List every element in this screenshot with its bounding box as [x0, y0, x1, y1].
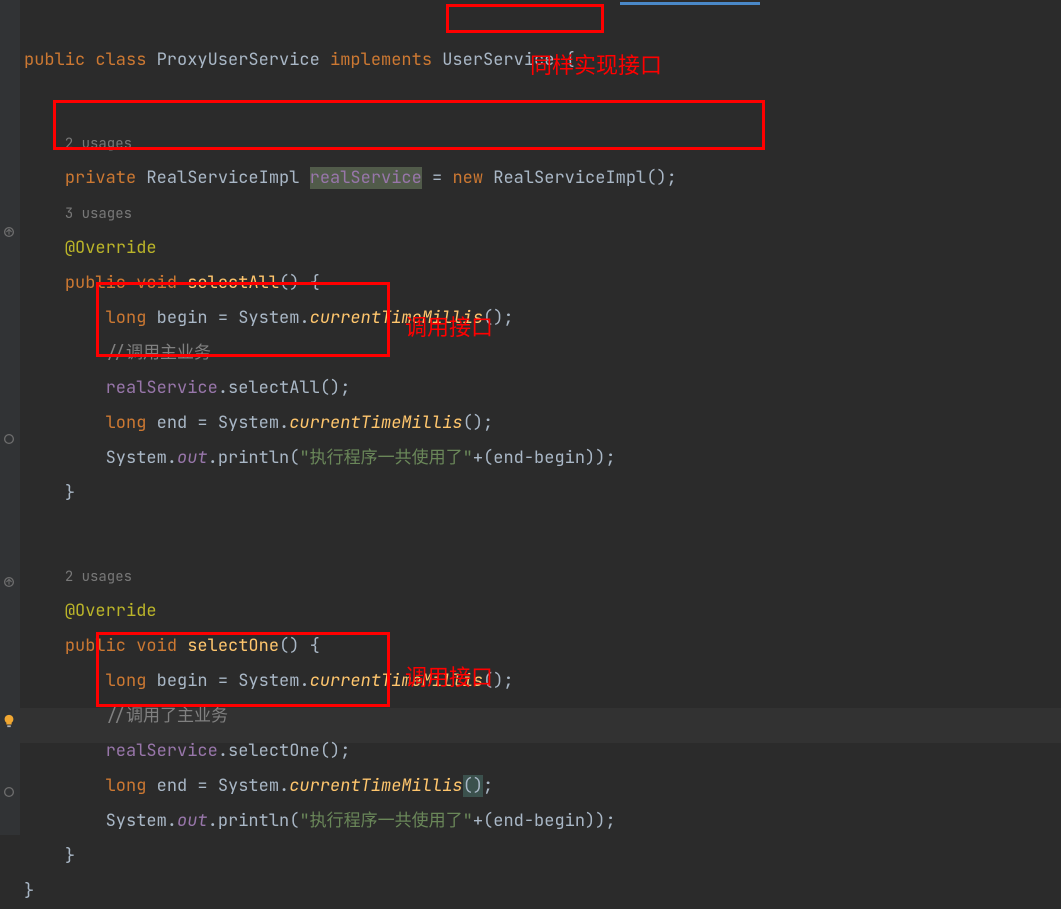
override-up-icon[interactable] [2, 223, 18, 239]
code-line: public class ProxyUserService implements… [24, 43, 575, 78]
override-up-icon-2[interactable] [2, 573, 18, 589]
implements-icon-2[interactable] [2, 783, 18, 799]
code-editor[interactable]: public class ProxyUserService implements… [24, 8, 677, 909]
usages-hint[interactable]: 2 usages [65, 568, 132, 586]
usages-hint[interactable]: 2 usages [65, 135, 132, 153]
active-tab-underline [620, 2, 760, 5]
intention-bulb-icon[interactable] [2, 712, 18, 728]
usages-hint[interactable]: 3 usages [65, 205, 132, 223]
editor-gutter [0, 0, 20, 835]
implements-icon[interactable] [2, 430, 18, 446]
